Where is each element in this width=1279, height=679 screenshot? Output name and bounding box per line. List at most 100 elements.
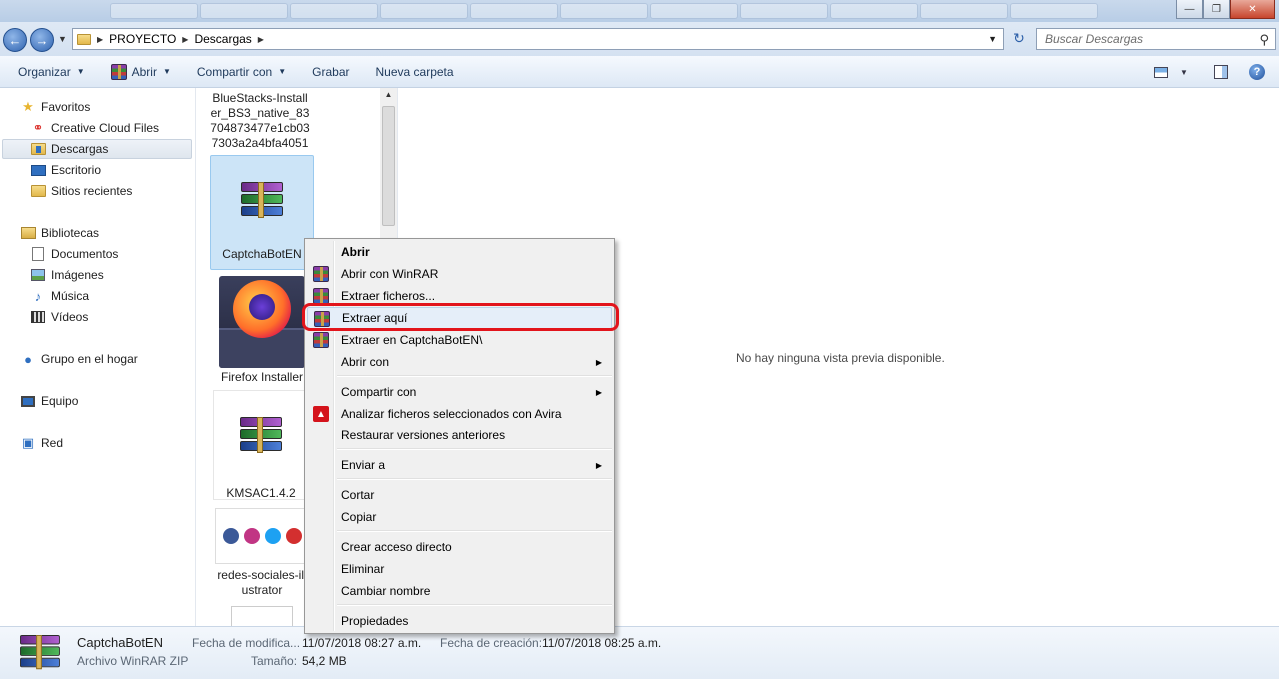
- close-button[interactable]: ✕: [1230, 0, 1275, 19]
- search-input[interactable]: Buscar Descargas ⚲: [1036, 28, 1276, 50]
- menu-label: Copiar: [341, 510, 377, 524]
- background-tab: [290, 3, 378, 19]
- address-bar[interactable]: ▶ PROYECTO ▶ Descargas ▶ ▼: [72, 28, 1004, 50]
- breadcrumb-separator-icon[interactable]: ▶: [182, 35, 188, 44]
- menu-item-extract-to[interactable]: Extraer en CaptchaBotEN\: [307, 329, 612, 351]
- burn-button[interactable]: Grabar: [301, 61, 360, 83]
- help-button[interactable]: ?: [1241, 64, 1273, 80]
- organize-button[interactable]: Organizar ▼: [7, 61, 96, 83]
- minimize-button[interactable]: —: [1176, 0, 1203, 19]
- share-button[interactable]: Compartir con ▼: [186, 61, 297, 83]
- created-value[interactable]: 11/07/2018 08:25 a.m.: [542, 636, 661, 650]
- winrar-archive-icon: [240, 417, 282, 453]
- chevron-down-icon: ▼: [76, 67, 85, 76]
- scroll-thumb[interactable]: [382, 106, 395, 226]
- file-captchabot[interactable]: CaptchaBotEN: [210, 155, 314, 270]
- nav-homegroup[interactable]: ● Grupo en el hogar: [20, 349, 138, 369]
- new-folder-label: Nueva carpeta: [375, 64, 454, 79]
- modified-value[interactable]: 11/07/2018 08:27 a.m.: [302, 636, 421, 650]
- downloads-folder-shape: [30, 143, 46, 155]
- winrar-icon: [313, 266, 329, 282]
- document-icon: [231, 606, 293, 626]
- menu-item-open-winrar[interactable]: Abrir con WinRAR: [307, 263, 612, 285]
- file-redes-sociales[interactable]: redes-sociales-ill ustrator: [212, 508, 312, 598]
- file-firefox-installer[interactable]: Firefox Installer: [214, 276, 310, 385]
- nav-images[interactable]: Imágenes: [30, 265, 104, 285]
- scroll-up-icon[interactable]: ▲: [380, 90, 397, 104]
- nav-music[interactable]: ♪ Música: [30, 286, 89, 306]
- menu-item-open-with[interactable]: Abrir con ▶: [307, 351, 612, 373]
- search-icon[interactable]: ⚲: [1259, 32, 1269, 48]
- menu-item-properties[interactable]: Propiedades: [307, 610, 612, 632]
- file-partial[interactable]: [226, 606, 298, 626]
- background-tab: [380, 3, 468, 19]
- nav-desktop[interactable]: Escritorio: [30, 160, 101, 180]
- menu-item-rename[interactable]: Cambiar nombre: [307, 580, 612, 602]
- nav-documents[interactable]: Documentos: [30, 244, 118, 264]
- size-value: 54,2 MB: [302, 654, 347, 668]
- new-folder-button[interactable]: Nueva carpeta: [365, 61, 465, 83]
- recent-places-icon: [30, 183, 46, 199]
- recent-pages-dropdown[interactable]: ▼: [58, 34, 67, 44]
- file-name-line: redes-sociales-ill: [217, 568, 307, 582]
- preview-message: No hay ninguna vista previa disponible.: [736, 351, 945, 365]
- breadcrumb-descargas[interactable]: Descargas: [194, 32, 251, 46]
- chevron-down-icon[interactable]: ▼: [988, 34, 997, 44]
- menu-item-send-to[interactable]: Enviar a ▶: [307, 454, 612, 476]
- back-button[interactable]: ←: [3, 28, 27, 52]
- background-tab: [830, 3, 918, 19]
- menu-label: Propiedades: [341, 614, 409, 628]
- nav-creative-cloud[interactable]: ⚭ Creative Cloud Files: [30, 118, 160, 138]
- nav-label: Bibliotecas: [41, 226, 100, 240]
- nav-computer[interactable]: Equipo: [20, 391, 78, 411]
- file-bluestacks[interactable]: BlueStacks-Install er_BS3_native_83 7048…: [206, 91, 314, 151]
- menu-label: Analizar ficheros seleccionados con Avir…: [341, 407, 562, 421]
- maximize-button[interactable]: ❐: [1203, 0, 1230, 19]
- nav-label: Favoritos: [41, 100, 91, 114]
- menu-label: Abrir: [341, 245, 370, 259]
- menu-item-open[interactable]: Abrir: [307, 241, 612, 263]
- folder-shape: [30, 185, 46, 197]
- breadcrumb-separator-icon[interactable]: ▶: [258, 35, 264, 44]
- open-button[interactable]: Abrir ▼: [100, 61, 182, 83]
- winrar-archive-icon: [20, 635, 60, 670]
- menu-item-create-shortcut[interactable]: Crear acceso directo: [307, 536, 612, 558]
- menu-item-cut[interactable]: Cortar: [307, 484, 612, 506]
- forward-button[interactable]: →: [30, 28, 54, 52]
- menu-label: Abrir con WinRAR: [341, 267, 439, 281]
- nav-recent-places[interactable]: Sitios recientes: [30, 181, 132, 201]
- documents-icon: [30, 246, 46, 262]
- downloads-folder-icon: [30, 141, 46, 157]
- menu-item-delete[interactable]: Eliminar: [307, 558, 612, 580]
- menu-item-restore-versions[interactable]: Restaurar versiones anteriores: [307, 424, 612, 446]
- nav-network[interactable]: ▣ Red: [20, 433, 63, 453]
- window-controls: — ❐ ✕: [1176, 0, 1275, 19]
- view-options-dropdown[interactable]: ▼: [1177, 68, 1191, 77]
- nav-downloads[interactable]: Descargas: [2, 139, 192, 159]
- created-label: Fecha de creación:: [440, 636, 543, 650]
- change-view-button[interactable]: [1145, 66, 1177, 78]
- menu-item-avira-scan[interactable]: ▲ Analizar ficheros seleccionados con Avi…: [307, 403, 612, 425]
- breadcrumb-separator-icon[interactable]: ▶: [97, 35, 103, 44]
- file-name: CaptchaBotEN: [222, 247, 302, 261]
- menu-separator: [337, 530, 612, 532]
- file-kmsac[interactable]: KMSAC1.4.2: [213, 390, 309, 500]
- nav-libraries[interactable]: Bibliotecas: [20, 223, 99, 243]
- menu-label: Enviar a: [341, 458, 386, 472]
- menu-label: Extraer en CaptchaBotEN\: [341, 333, 483, 347]
- nav-favorites[interactable]: ★ Favoritos: [20, 97, 90, 117]
- details-file-type: Archivo WinRAR ZIP: [77, 654, 189, 668]
- creative-cloud-icon: ⚭: [32, 120, 44, 135]
- address-row: ← → ▼ ▶ PROYECTO ▶ Descargas ▶ ▼ ↻ Busca…: [0, 22, 1279, 56]
- file-name: KMSAC1.4.2: [226, 486, 296, 500]
- breadcrumb-proyecto[interactable]: PROYECTO: [109, 32, 176, 46]
- menu-item-share-with[interactable]: Compartir con ▶: [307, 381, 612, 403]
- nav-label: Creative Cloud Files: [51, 121, 160, 135]
- nav-videos[interactable]: Vídeos: [30, 307, 88, 327]
- preview-pane-button[interactable]: [1205, 65, 1237, 79]
- share-label: Compartir con: [196, 64, 273, 79]
- refresh-button[interactable]: ↻: [1009, 30, 1029, 50]
- firefox-icon: [219, 276, 305, 368]
- menu-item-copy[interactable]: Copiar: [307, 506, 612, 528]
- background-tab: [920, 3, 1008, 19]
